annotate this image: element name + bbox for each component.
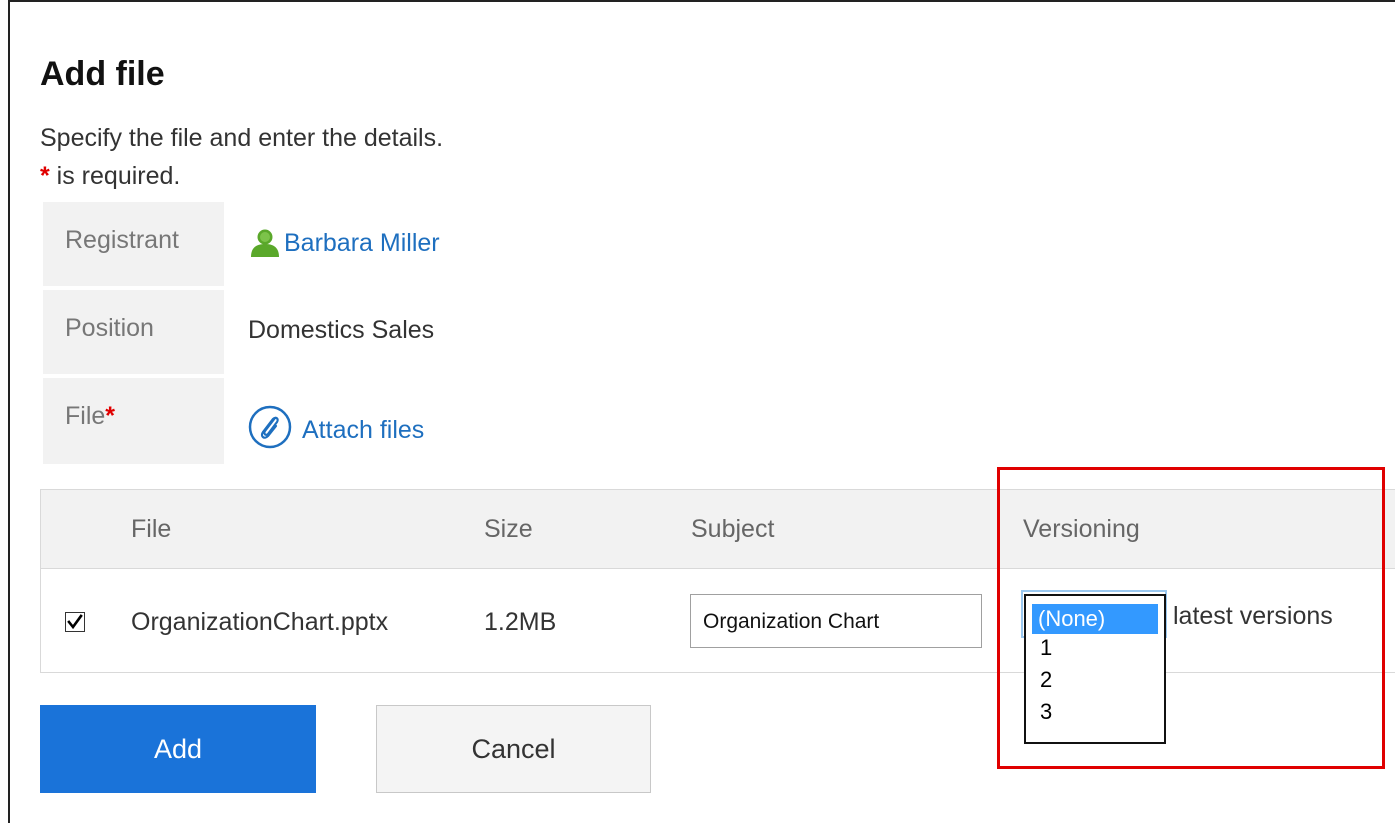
highlight-annotation-box xyxy=(997,467,1385,769)
subject-input[interactable] xyxy=(690,594,982,648)
row-checkbox[interactable] xyxy=(65,612,85,632)
check-icon xyxy=(67,614,83,630)
dialog-frame-left xyxy=(8,0,10,823)
page-description: Specify the file and enter the details. xyxy=(40,124,444,152)
page-title: Add file xyxy=(40,55,165,93)
row-file-name: OrganizationChart.pptx xyxy=(131,608,389,636)
file-label: File* xyxy=(43,378,224,464)
required-star: * xyxy=(40,162,50,190)
attach-files-label: Attach files xyxy=(302,416,425,444)
dialog-frame-top xyxy=(8,0,1395,2)
attach-files-link[interactable]: Attach files xyxy=(248,405,424,456)
registrant-value: Barbara Miller xyxy=(248,228,440,265)
required-note: * is required. xyxy=(40,162,180,191)
header-size: Size xyxy=(484,515,533,543)
add-button[interactable]: Add xyxy=(40,705,316,793)
header-subject: Subject xyxy=(691,515,775,543)
file-label-text: File xyxy=(65,402,106,430)
position-value: Domestics Sales xyxy=(248,316,435,344)
position-label: Position xyxy=(43,290,224,374)
registrant-name: Barbara Miller xyxy=(284,228,440,257)
user-icon xyxy=(248,228,282,258)
header-file: File xyxy=(131,515,172,543)
cancel-button[interactable]: Cancel xyxy=(376,705,651,793)
paperclip-icon xyxy=(248,405,302,456)
row-file-size: 1.2MB xyxy=(484,608,557,636)
file-value: Attach files xyxy=(248,405,424,456)
file-required-star: * xyxy=(105,402,116,430)
registrant-label: Registrant xyxy=(43,202,224,286)
registrant-link[interactable]: Barbara Miller xyxy=(248,228,440,258)
required-note-text: is required. xyxy=(49,162,181,190)
